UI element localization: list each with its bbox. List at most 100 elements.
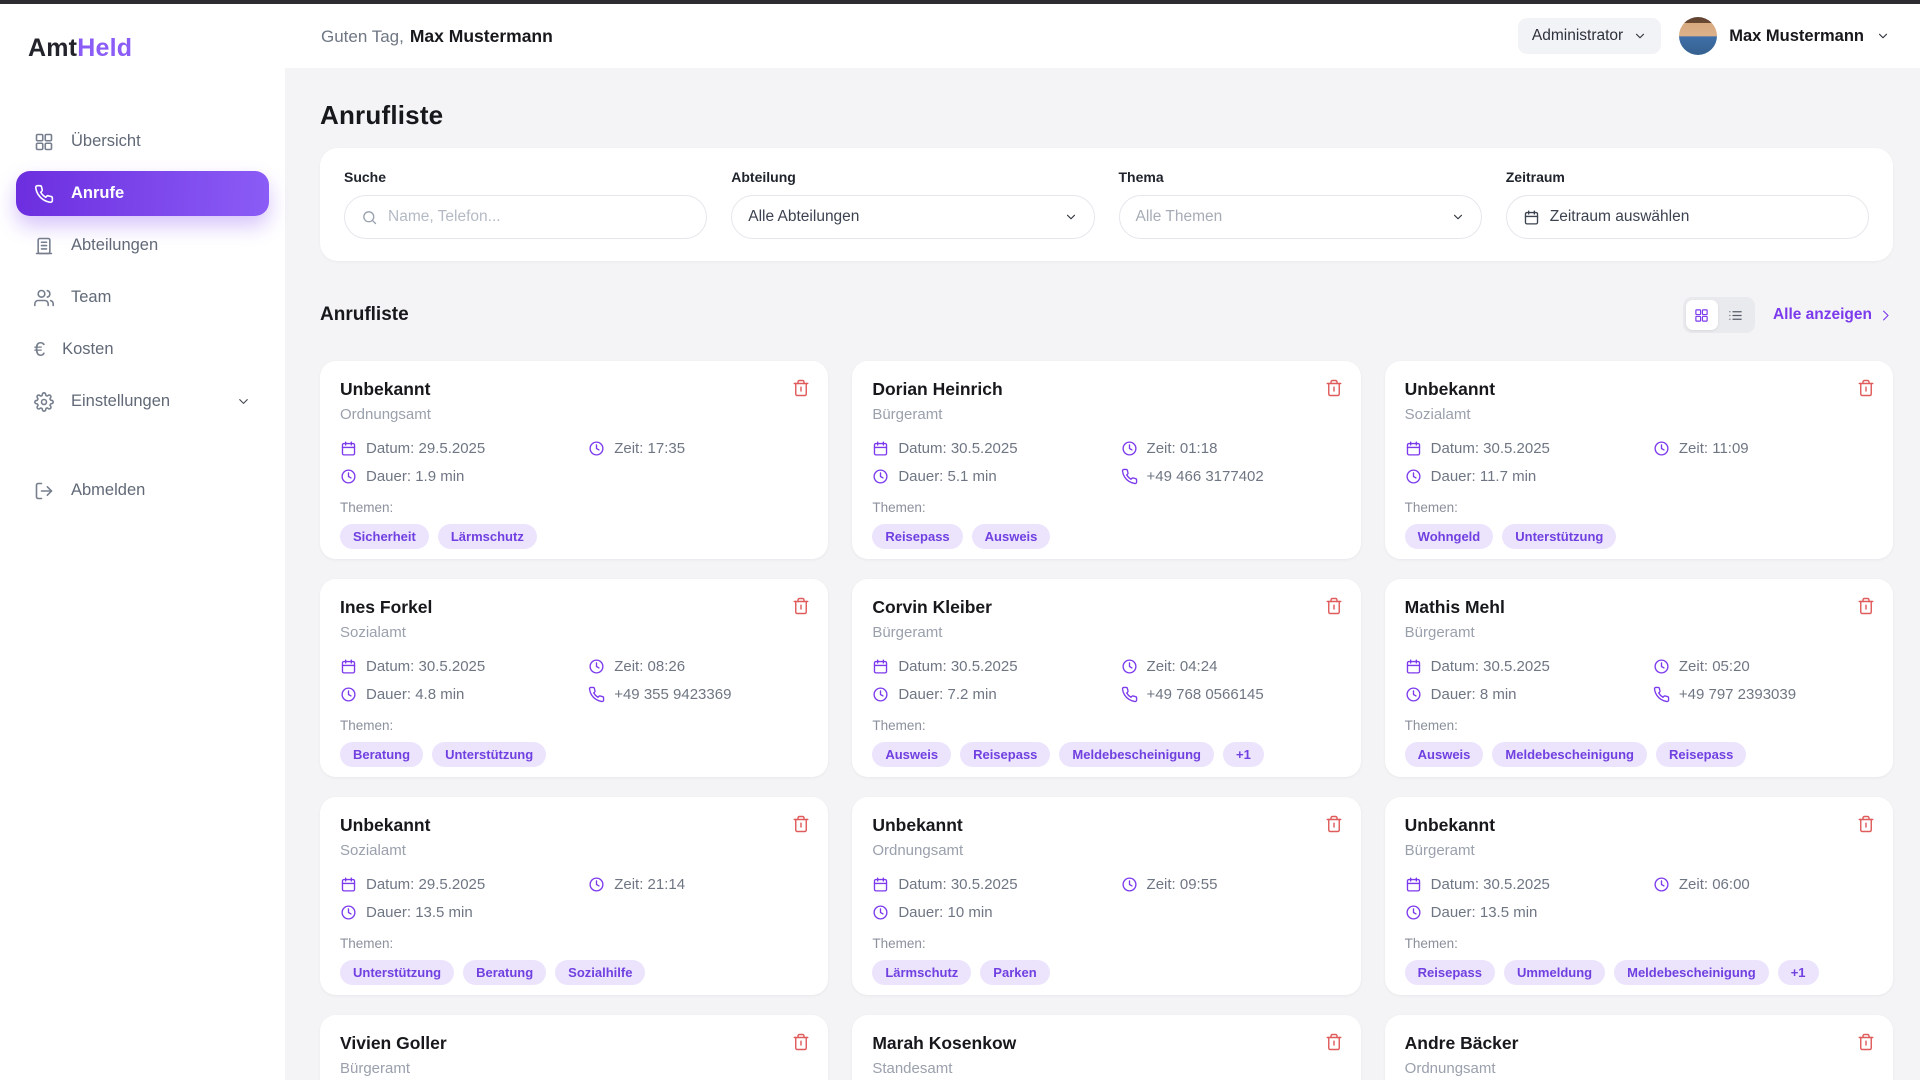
search-icon — [361, 209, 378, 226]
filter-search: Suche — [344, 169, 708, 239]
topic-tag: Beratung — [463, 960, 547, 985]
call-card: Corvin Kleiber Bürgeramt Datum: 30.5.202… — [852, 579, 1361, 777]
search-input[interactable] — [388, 208, 691, 226]
clock-icon — [1405, 686, 1422, 703]
card-detail: Dauer: 11.7 min — [1405, 468, 1653, 485]
card-detail: Datum: 30.5.2025 — [1405, 440, 1653, 457]
card-detail: Datum: 30.5.2025 — [872, 876, 1120, 893]
period-picker[interactable]: Zeitraum auswählen — [1505, 195, 1869, 239]
card-detail-text: +49 768 0566145 — [1146, 686, 1264, 703]
card-caller-name: Ines Forkel — [340, 597, 433, 617]
card-details: Datum: 30.5.2025 Zeit: 05:20 Dauer: 8 min +… — [1405, 658, 1873, 703]
sidebar-item-abmelden[interactable]: Abmelden — [16, 468, 269, 513]
trash-icon — [1857, 379, 1875, 397]
card-topic-tags: Lärmschutz Parken — [872, 960, 1340, 985]
card-details: Datum: 30.5.2025 Zeit: 08:26 Dauer: 4.8 mi… — [340, 658, 808, 703]
delete-call-button[interactable] — [1855, 1031, 1877, 1053]
chevron-down-icon — [236, 394, 251, 409]
search-field[interactable] — [344, 195, 708, 239]
calendar-icon — [872, 440, 889, 457]
sidebar-item-team[interactable]: Team — [16, 275, 269, 320]
delete-call-button[interactable] — [1323, 377, 1345, 399]
user-menu[interactable]: Max Mustermann — [1679, 17, 1890, 55]
delete-call-button[interactable] — [790, 595, 812, 617]
list-view-button[interactable] — [1720, 300, 1752, 330]
topic-tag: Ausweis — [971, 524, 1051, 549]
call-card: Andre Bäcker Ordnungsamt — [1384, 1015, 1893, 1080]
show-all-link[interactable]: Alle anzeigen — [1773, 306, 1893, 324]
sidebar: AmtHeld Übersicht Anrufe Abteilungen Tea… — [0, 4, 285, 1080]
card-topics-label: Themen: — [872, 500, 926, 515]
sidebar-item-einstellungen[interactable]: Einstellungen — [16, 379, 269, 424]
topic-select[interactable]: Alle Themen — [1118, 195, 1482, 239]
card-caller-name: Mathis Mehl — [1404, 597, 1505, 617]
card-department: Bürgeramt — [340, 1060, 411, 1077]
card-detail: Zeit: 08:26 — [588, 658, 808, 675]
card-topics-label: Themen: — [1404, 718, 1458, 733]
clock-icon — [1405, 468, 1422, 485]
sidebar-item-kosten[interactable]: € Kosten — [16, 327, 269, 372]
sidebar-item-uebersicht[interactable]: Übersicht — [16, 119, 269, 164]
logo-part-1: Amt — [28, 34, 78, 62]
clock-icon — [1653, 876, 1670, 893]
list-actions: Alle anzeigen — [1682, 297, 1893, 333]
topic-tag: Lärmschutz — [437, 524, 537, 549]
delete-call-button[interactable] — [790, 377, 812, 399]
card-caller-name: Unbekannt — [872, 815, 963, 835]
delete-call-button[interactable] — [790, 1031, 812, 1053]
grid-view-button[interactable] — [1685, 300, 1718, 330]
card-detail: Dauer: 1.9 min — [340, 468, 588, 485]
delete-call-button[interactable] — [1323, 1031, 1345, 1053]
search-label: Suche — [344, 169, 387, 185]
page-title: Anrufliste — [320, 100, 444, 130]
card-detail-text: Datum: 29.5.2025 — [366, 876, 486, 893]
card-topics-label: Themen: — [1404, 936, 1458, 951]
card-caller-name: Marah Kosenkow — [872, 1033, 1017, 1053]
department-selected-value: Alle Abteilungen — [748, 208, 860, 225]
delete-call-button[interactable] — [1855, 595, 1877, 617]
clock-icon — [340, 686, 357, 703]
topic-tag: Reisepass — [1655, 742, 1747, 767]
delete-call-button[interactable] — [1323, 595, 1345, 617]
card-department: Ordnungsamt — [340, 406, 431, 423]
topic-tag: Meldebescheinigung — [1059, 742, 1214, 767]
topic-selected-value: Alle Themen — [1135, 208, 1223, 225]
calendar-icon — [340, 876, 357, 893]
calendar-icon — [872, 658, 889, 675]
card-detail-text: Zeit: 06:00 — [1678, 876, 1750, 893]
card-detail: Zeit: 21:14 — [588, 876, 808, 893]
topic-tag: Reisepass — [960, 742, 1051, 767]
topic-tag: Meldebescheinigung — [1614, 960, 1769, 985]
delete-call-button[interactable] — [1323, 813, 1345, 835]
department-select[interactable]: Alle Abteilungen — [731, 195, 1095, 239]
phone-icon — [34, 184, 54, 204]
card-detail-text: Dauer: 10 min — [898, 904, 993, 921]
card-detail-text: Dauer: 8 min — [1430, 686, 1517, 703]
card-detail: +49 466 3177402 — [1121, 468, 1341, 485]
trash-icon — [1325, 379, 1343, 397]
call-card: Unbekannt Ordnungsamt Datum: 30.5.2025 Ze… — [852, 797, 1361, 995]
delete-call-button[interactable] — [1855, 813, 1877, 835]
clock-icon — [872, 904, 889, 921]
card-detail: Dauer: 8 min — [1405, 686, 1653, 703]
card-caller-name: Unbekannt — [1404, 815, 1496, 835]
chevron-down-icon — [1064, 210, 1078, 224]
role-dropdown[interactable]: Administrator — [1517, 18, 1662, 54]
delete-call-button[interactable] — [790, 813, 812, 835]
logout-icon — [34, 481, 54, 501]
sidebar-item-anrufe[interactable]: Anrufe — [16, 171, 269, 216]
card-detail: +49 355 9423369 — [588, 686, 808, 703]
delete-call-button[interactable] — [1855, 377, 1877, 399]
building-icon — [34, 236, 54, 256]
chevron-down-icon — [1633, 29, 1647, 43]
sidebar-item-label: Einstellungen — [71, 392, 171, 410]
greeting-user-name: Max Mustermann — [409, 25, 553, 46]
card-detail-text: Zeit: 04:24 — [1146, 658, 1218, 675]
sidebar-item-abteilungen[interactable]: Abteilungen — [16, 223, 269, 268]
topic-tag: +1 — [1777, 960, 1819, 985]
clock-icon — [340, 904, 357, 921]
card-detail-text: Datum: 30.5.2025 — [898, 658, 1018, 675]
greeting-text: Guten Tag, — [321, 26, 404, 46]
role-label: Administrator — [1531, 27, 1624, 44]
card-topic-tags: Reisepass Ausweis — [872, 524, 1340, 549]
